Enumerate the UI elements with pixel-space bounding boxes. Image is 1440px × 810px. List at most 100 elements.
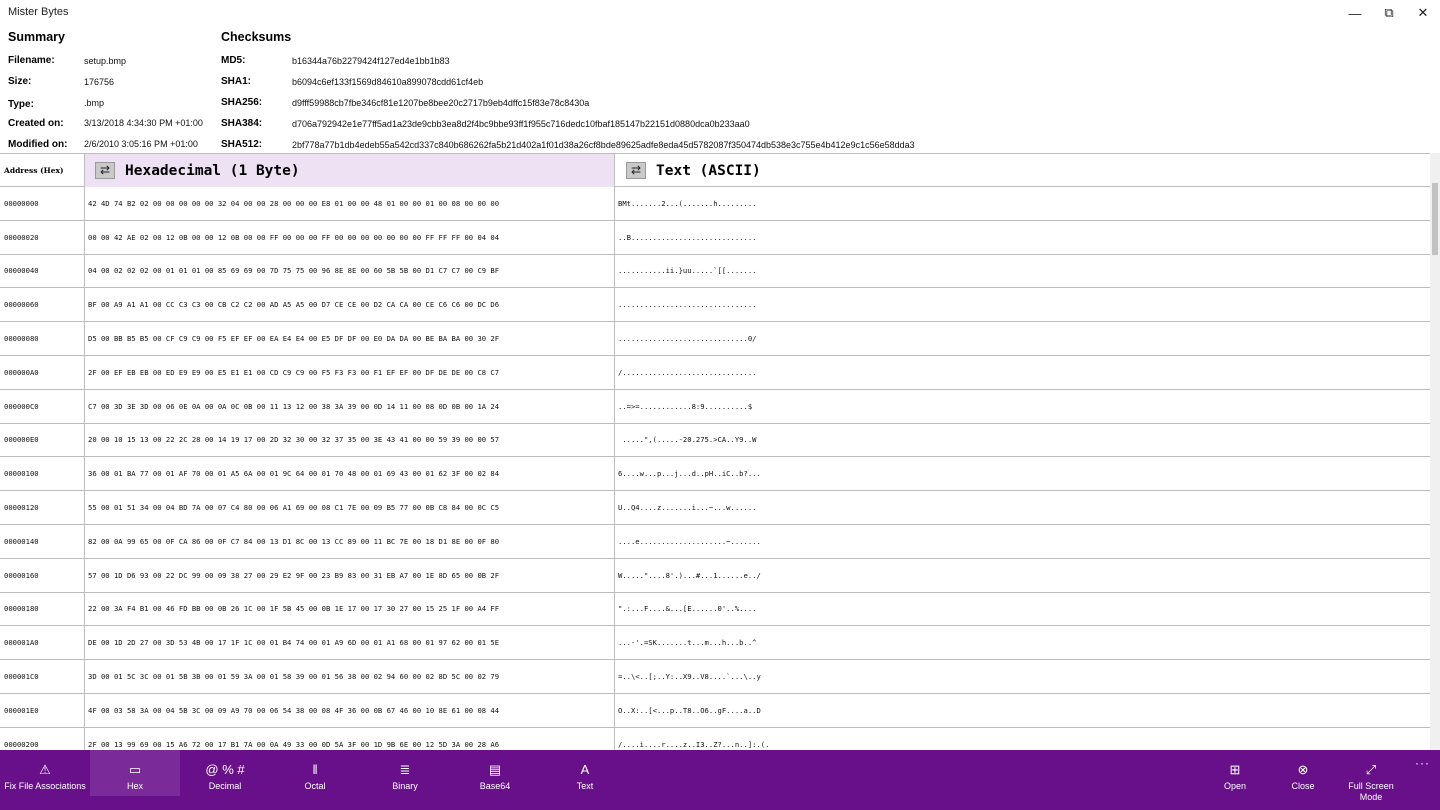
hex-bytes-cell: 2F 00 13 99 69 00 15 A6 72 00 17 B1 7A 0… <box>85 727 615 750</box>
address-cell: 00000000 <box>0 187 85 220</box>
modified-label: Modified on: <box>8 139 68 150</box>
table-row[interactable]: 000000E0 20 00 10 15 13 00 22 2C 28 00 14… <box>0 423 1430 458</box>
swap-icon[interactable]: ⇄ <box>626 162 646 179</box>
ascii-text-cell: ................................ <box>618 300 757 310</box>
table-row[interactable]: 00000020 00 00 42 AE 02 00 12 0B 00 00 12… <box>0 220 1430 255</box>
hex-bytes-cell: 00 00 42 AE 02 00 12 0B 00 00 12 0B 00 0… <box>85 220 615 254</box>
modified-value: 2/6/2010 3:05:16 PM +01:00 <box>84 139 198 149</box>
hex-bytes-cell: DE 00 1D 2D 27 00 3D 53 4B 00 17 1F 1C 0… <box>85 626 615 660</box>
address-cell: 00000060 <box>0 288 85 322</box>
close-button[interactable]: ⊗ Close <box>1268 750 1338 796</box>
ascii-text-cell: W....."....8'.)...#...1......e../ <box>618 570 761 580</box>
size-value: 176756 <box>84 77 115 87</box>
sha384-label: SHA384: <box>221 118 263 129</box>
sha1-value: b6094c6ef133f1569d84610a899078cdd61cf4eb <box>292 77 484 87</box>
ascii-text-cell: ...........ii.}uu.....`[[....... <box>618 266 757 276</box>
table-row[interactable]: 00000060 BF 00 A9 A1 A1 00 CC C3 C3 00 CB… <box>0 288 1430 323</box>
decimal-label: Decimal <box>208 781 242 791</box>
summary-heading: Summary <box>8 30 65 44</box>
table-row[interactable]: 00000160 57 00 1D D6 93 00 22 DC 99 00 09… <box>0 558 1430 593</box>
address-cell: 000001A0 <box>0 626 85 660</box>
hex-label: Hex <box>126 781 143 791</box>
decimal-button[interactable]: @ % # Decimal <box>180 750 270 796</box>
command-bar: ⚠ Fix File Associations ▭ Hex @ % # Deci… <box>0 750 1440 810</box>
address-cell: 00000200 <box>0 727 85 750</box>
address-cell: 00000040 <box>0 254 85 288</box>
decimal-icon: @ % # <box>205 762 245 777</box>
table-row[interactable]: 00000140 82 00 0A 99 65 00 0F CA 86 00 0F… <box>0 524 1430 559</box>
base64-button[interactable]: ▤ Base64 <box>450 750 540 796</box>
text-button[interactable]: A Text <box>540 750 630 796</box>
hex-table: Address (Hex) ⇄ Hexadecimal (1 Byte) ⇄ T… <box>0 153 1430 750</box>
table-row[interactable]: 00000200 2F 00 13 99 69 00 15 A6 72 00 17… <box>0 727 1430 750</box>
swap-icon[interactable]: ⇄ <box>95 162 115 179</box>
text-icon: A <box>580 762 590 777</box>
table-row[interactable]: 00000120 55 00 01 51 34 00 04 BD 7A 00 07… <box>0 491 1430 525</box>
ascii-text-cell: ..............................0/ <box>618 334 757 344</box>
table-row[interactable]: 00000100 36 00 01 BA 77 00 01 AF 70 00 01… <box>0 457 1430 492</box>
ascii-text-cell: .....",(.....-20.275.>CA..Y9..W <box>618 435 757 445</box>
ascii-text-cell: /....i....r....z..I3..Z?...n..]:.(. <box>618 739 770 749</box>
table-row[interactable]: 000001E0 4F 00 03 58 3A 00 04 5B 3C 00 09… <box>0 693 1430 728</box>
full-screen-mode-button[interactable]: ⤢ Full Screen Mode <box>1336 750 1406 802</box>
vertical-scrollbar[interactable] <box>1430 153 1440 750</box>
app-title: Mister Bytes <box>8 6 69 18</box>
address-cell: 00000080 <box>0 322 85 355</box>
scrollbar-thumb[interactable] <box>1432 183 1438 255</box>
hex-button[interactable]: ▭ Hex <box>90 750 180 796</box>
table-row[interactable]: 00000080 D5 00 BB B5 B5 00 CF C9 C9 00 F5… <box>0 322 1430 356</box>
ascii-text-cell: ".:...F....&...[E......0'..%.... <box>618 604 757 614</box>
text-column-header: ⇄ Text (ASCII) <box>615 154 1430 187</box>
type-value: .bmp <box>84 98 105 108</box>
table-row[interactable]: 000001A0 DE 00 1D 2D 27 00 3D 53 4B 00 17… <box>0 626 1430 661</box>
ascii-text-cell: /............................... <box>618 367 757 377</box>
ascii-text-cell: O..X:..[<...p..T8..O6..gF....a..D <box>618 705 761 715</box>
text-label: Text <box>576 781 594 791</box>
ascii-text-cell: =..\<..[;..Y:..X9..V8....`...\..y <box>618 672 761 682</box>
sha384-value: d706a792942e1e77ff5ad1a23de9cbb3ea8d2f4b… <box>292 119 750 129</box>
hex-bytes-cell: 57 00 1D D6 93 00 22 DC 99 00 09 38 27 0… <box>85 558 615 592</box>
hex-bytes-cell: 55 00 01 51 34 00 04 BD 7A 00 07 C4 80 0… <box>85 491 615 524</box>
hex-bytes-cell: D5 00 BB B5 B5 00 CF C9 C9 00 F5 EF EF 0… <box>85 322 615 355</box>
filename-label: Filename: <box>8 55 55 66</box>
open-icon: ⊞ <box>1229 762 1241 777</box>
address-cell: 00000020 <box>0 220 85 254</box>
octal-label: Octal <box>304 781 326 791</box>
binary-label: Binary <box>392 781 418 791</box>
address-cell: 000001E0 <box>0 693 85 727</box>
address-cell: 000001C0 <box>0 660 85 693</box>
table-row[interactable]: 000000C0 C7 00 3D 3E 3D 00 06 0E 0A 00 0A… <box>0 389 1430 424</box>
table-row[interactable]: 000000A0 2F 00 EF EB EB 00 ED E9 E9 00 E5… <box>0 355 1430 390</box>
table-row[interactable]: 00000000 42 4D 74 B2 02 00 00 00 00 00 32… <box>0 187 1430 221</box>
table-row[interactable]: 00000040 04 00 02 02 02 00 01 01 01 00 85… <box>0 254 1430 289</box>
table-row[interactable]: 000001C0 3D 00 01 5C 3C 00 01 5B 3B 00 01… <box>0 660 1430 694</box>
hex-bytes-cell: 42 4D 74 B2 02 00 00 00 00 00 32 04 00 0… <box>85 187 615 220</box>
title-bar: Mister Bytes — ⧉ ✕ <box>0 0 1440 26</box>
table-body: 00000000 42 4D 74 B2 02 00 00 00 00 00 32… <box>0 187 1430 750</box>
base64-label: Base64 <box>479 781 511 791</box>
binary-button[interactable]: ≣ Binary <box>360 750 450 796</box>
open-button[interactable]: ⊞ Open <box>1200 750 1270 796</box>
fix-file-associations-label: Fix File Associations <box>4 781 86 791</box>
hex-bytes-cell: 04 00 02 02 02 00 01 01 01 00 85 69 69 0… <box>85 254 615 288</box>
close-label: Close <box>1291 781 1315 791</box>
hex-icon: ▭ <box>128 762 142 777</box>
sha512-value: 2bf778a77b1db4edeb55a542cd337c840b686262… <box>292 140 915 150</box>
address-cell: 00000180 <box>0 592 85 626</box>
created-label: Created on: <box>8 118 64 129</box>
window-close-button[interactable]: ✕ <box>1400 0 1440 26</box>
fullscreen-icon: ⤢ <box>1365 762 1377 777</box>
open-label: Open <box>1223 781 1247 791</box>
type-label: Type: <box>8 99 34 110</box>
table-row[interactable]: 00000180 22 00 3A F4 B1 00 46 FD BB 00 0B… <box>0 592 1430 627</box>
sha512-label: SHA512: <box>221 139 263 150</box>
created-value: 3/13/2018 4:34:30 PM +01:00 <box>84 118 203 128</box>
filename-value: setup.bmp <box>84 56 127 66</box>
fix-file-associations-button[interactable]: ⚠ Fix File Associations <box>0 750 90 796</box>
address-cell: 000000C0 <box>0 389 85 423</box>
checksums-heading: Checksums <box>221 30 292 44</box>
octal-button[interactable]: ‖ Octal <box>270 750 360 796</box>
full-screen-mode-label: Full Screen Mode <box>1348 781 1394 802</box>
more-options-button[interactable]: ··· <box>1415 756 1430 770</box>
address-cell: 00000140 <box>0 524 85 558</box>
